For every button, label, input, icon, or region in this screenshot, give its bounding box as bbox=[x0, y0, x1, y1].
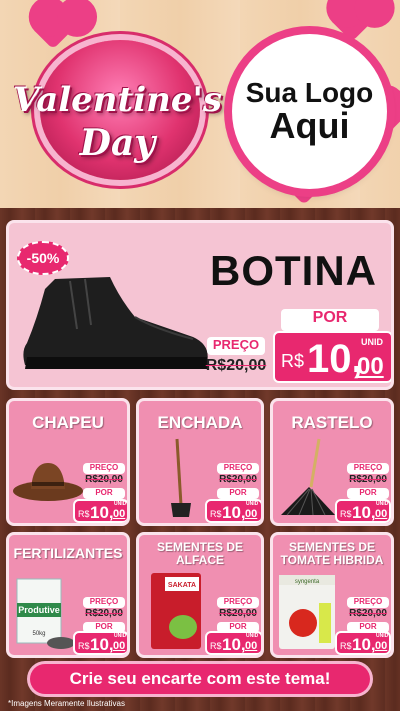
heart-icon bbox=[332, 2, 372, 42]
price-cents: 00 bbox=[113, 640, 126, 652]
preco-label: PREÇO bbox=[217, 463, 259, 474]
product-price: R$ 10, 00 UNID bbox=[73, 499, 127, 523]
preco-label: PREÇO bbox=[347, 463, 389, 474]
old-price: R$20,00 bbox=[349, 474, 387, 485]
price-integer: 10, bbox=[90, 503, 114, 522]
price-cents: 00 bbox=[245, 640, 258, 652]
product-card-sementes-tomate[interactable]: SEMENTES DE TOMATE HIBRIDA syngenta PREÇ… bbox=[270, 532, 394, 658]
valentines-day-logo: Valentine's Day bbox=[10, 22, 225, 182]
old-price: R$20,00 bbox=[219, 474, 257, 485]
price-unit: UNID bbox=[246, 633, 259, 639]
tomato-brand: syngenta bbox=[295, 579, 320, 585]
product-card-enchada[interactable]: ENCHADA PREÇO R$20,00 POR R$ 10, 00 UNID bbox=[136, 398, 264, 526]
price-cents: 00 bbox=[375, 640, 388, 652]
preco-label: PREÇO bbox=[207, 337, 265, 355]
logo-line1: Sua Logo bbox=[245, 76, 374, 108]
fertilizer-weight: 50kg bbox=[32, 631, 45, 637]
featured-product-card[interactable]: -50% BOTINA PREÇO R$20,00 POR R$ 10, 00 … bbox=[6, 220, 394, 390]
product-card-fertilizantes[interactable]: FERTILIZANTES Produtive 50kg PREÇO R$20,… bbox=[6, 532, 130, 658]
footer-note: *Imagens Meramente Ilustrativas bbox=[8, 699, 125, 708]
logo-placeholder[interactable]: Sua Logo Aqui bbox=[232, 34, 387, 189]
price-unit: UNID bbox=[114, 501, 127, 507]
day-text: Day bbox=[79, 122, 156, 164]
price-cents: 00 bbox=[113, 508, 126, 520]
price-integer: 10, bbox=[222, 503, 246, 522]
price-integer: 10, bbox=[90, 635, 114, 654]
preco-label: PREÇO bbox=[347, 597, 389, 608]
price-integer: 10, bbox=[307, 337, 363, 381]
product-price: R$ 10, 00 UNID bbox=[205, 631, 261, 655]
product-price: R$ 10, 00 UNID bbox=[73, 631, 127, 655]
product-title: RASTELO bbox=[291, 413, 373, 432]
preco-label: PREÇO bbox=[217, 597, 259, 608]
preco-label: PREÇO bbox=[83, 463, 125, 474]
boot-image bbox=[23, 277, 208, 369]
price-integer: 10, bbox=[352, 635, 376, 654]
price-currency: R$ bbox=[340, 641, 352, 651]
old-price: R$20,00 bbox=[85, 474, 123, 485]
price-integer: 10, bbox=[222, 635, 246, 654]
price-currency: R$ bbox=[281, 351, 305, 371]
seed-brand: SAKATA bbox=[168, 582, 196, 589]
price-currency: R$ bbox=[78, 509, 90, 519]
create-flyer-button[interactable]: Crie seu encarte com este tema! bbox=[30, 664, 370, 694]
hoe-image bbox=[171, 438, 191, 517]
price-unit: UNID bbox=[376, 633, 389, 639]
por-label: POR bbox=[281, 309, 379, 331]
fertilizer-bag-image: Produtive 50kg bbox=[16, 578, 75, 649]
featured-price: R$ 10, 00 UNID bbox=[273, 331, 391, 383]
price-unit: UNID bbox=[361, 337, 383, 347]
fertilizer-brand: Produtive bbox=[18, 605, 60, 615]
price-currency: R$ bbox=[340, 509, 352, 519]
logo-line2: Aqui bbox=[269, 105, 350, 147]
old-price: R$20,00 bbox=[219, 608, 257, 619]
hat-image bbox=[13, 463, 83, 501]
price-currency: R$ bbox=[210, 641, 222, 651]
product-title: SEMENTES DE ALFACE bbox=[156, 540, 243, 567]
rake-image bbox=[281, 438, 335, 516]
preco-label: PREÇO bbox=[83, 597, 125, 608]
price-cents: 00 bbox=[357, 353, 384, 380]
por-label: POR bbox=[217, 488, 259, 499]
product-price: R$ 10, 00 UNID bbox=[335, 499, 391, 523]
old-price: R$20,00 bbox=[205, 357, 267, 374]
product-card-sementes-alface[interactable]: SEMENTES DE ALFACE SAKATA PREÇO R$20,00 … bbox=[136, 532, 264, 658]
header-background: Valentine's Day Sua Logo Aqui bbox=[0, 0, 400, 208]
product-card-chapeu[interactable]: CHAPEU PREÇO R$20,00 POR R$ 10, 00 UNID bbox=[6, 398, 130, 526]
old-price: R$20,00 bbox=[349, 608, 387, 619]
price-unit: UNID bbox=[114, 633, 127, 639]
product-price: R$ 10, 00 UNID bbox=[335, 631, 391, 655]
price-integer: 10, bbox=[352, 503, 376, 522]
product-title: ENCHADA bbox=[157, 413, 243, 432]
price-currency: R$ bbox=[78, 641, 90, 651]
product-title: CHAPEU bbox=[32, 413, 104, 432]
price-cents: 00 bbox=[375, 508, 388, 520]
featured-title: BOTINA bbox=[210, 247, 377, 294]
lettuce-seed-pack-image: SAKATA bbox=[151, 573, 201, 649]
valentines-text: Valentine's bbox=[12, 80, 223, 120]
tomato-seed-pack-image: syngenta bbox=[279, 575, 335, 649]
por-label: POR bbox=[83, 488, 125, 499]
price-unit: UNID bbox=[246, 501, 259, 507]
por-label: POR bbox=[347, 488, 389, 499]
price-cents: 00 bbox=[245, 508, 258, 520]
old-price: R$20,00 bbox=[85, 608, 123, 619]
price-unit: UNID bbox=[376, 501, 389, 507]
product-price: R$ 10, 00 UNID bbox=[205, 499, 261, 523]
price-currency: R$ bbox=[210, 509, 222, 519]
product-title: SEMENTES DE TOMATE HIBRIDA bbox=[280, 540, 384, 567]
product-card-rastelo[interactable]: RASTELO PREÇO R$20,00 POR R$ 10, 00 UNID bbox=[270, 398, 394, 526]
product-title: FERTILIZANTES bbox=[13, 545, 123, 561]
